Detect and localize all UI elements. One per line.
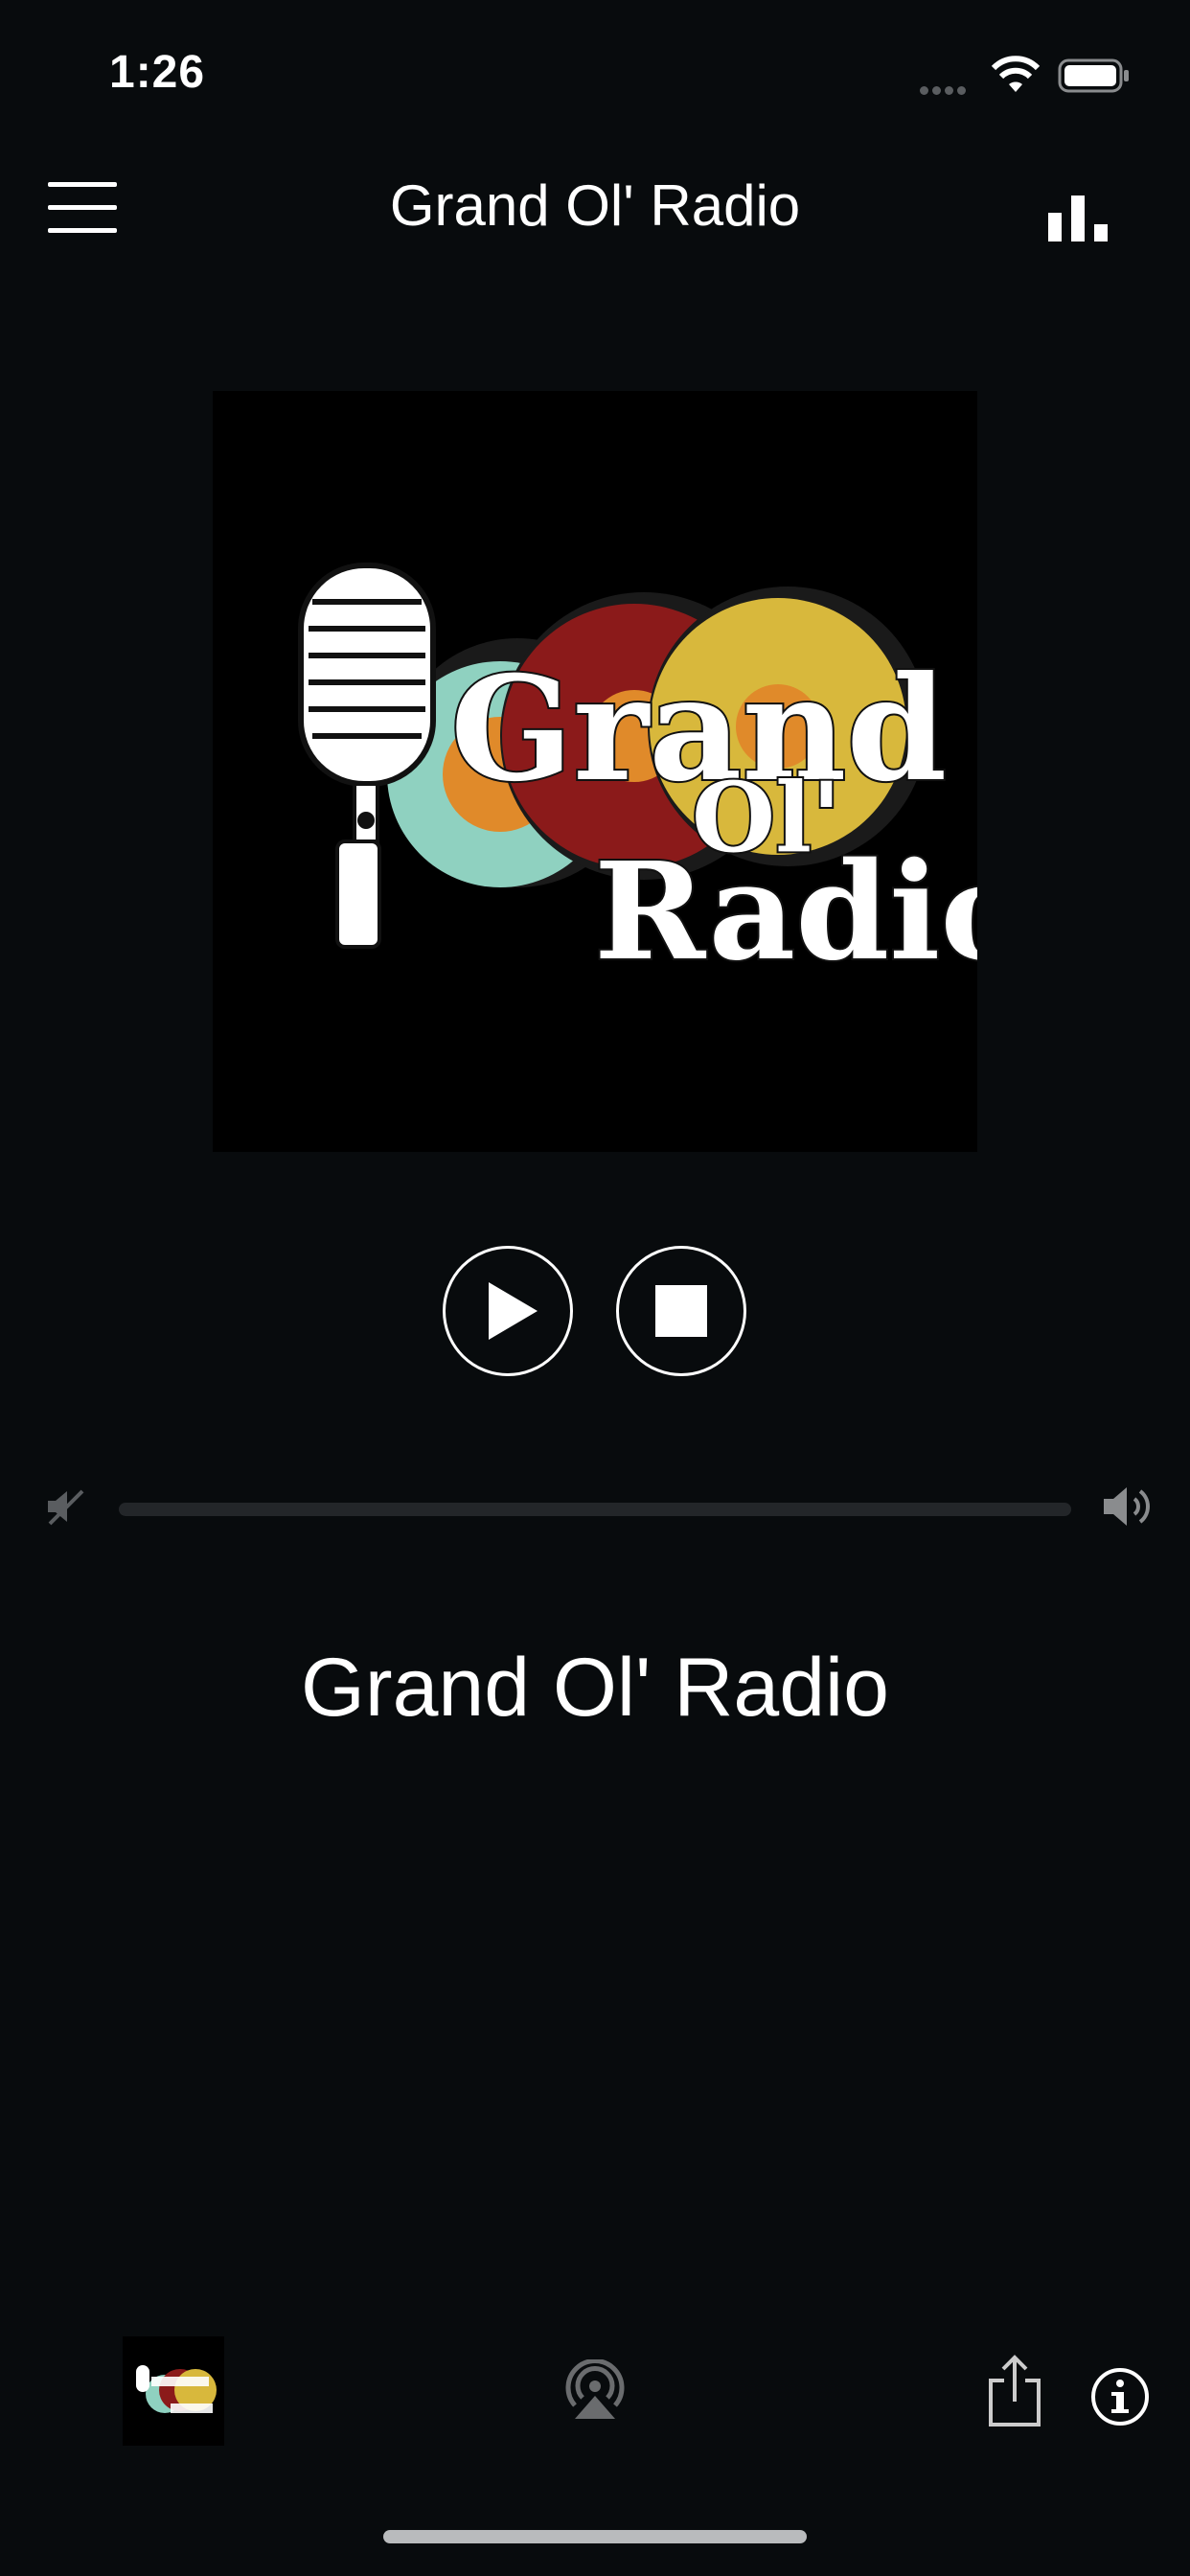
station-artwork: Grand Ol' Radio xyxy=(213,391,1032,1152)
volume-mute-icon xyxy=(48,1489,84,1526)
info-icon[interactable] xyxy=(1090,2367,1150,2426)
home-indicator xyxy=(383,2530,807,2543)
page-title: Grand Ol' Radio xyxy=(389,173,801,238)
wifi-icon xyxy=(991,56,1041,92)
stop-icon xyxy=(655,1285,707,1337)
status-time: 1:26 xyxy=(109,47,206,98)
volume-high-icon xyxy=(1104,1487,1150,1526)
play-icon xyxy=(489,1282,538,1340)
logo-text-radio: Radio xyxy=(594,834,977,991)
airplay-icon[interactable] xyxy=(561,2359,629,2421)
stop-button[interactable] xyxy=(616,1246,746,1376)
bar-chart-icon[interactable] xyxy=(1046,196,1110,242)
station-logo: Grand Ol' Radio xyxy=(298,563,1032,993)
cellular-signal-icon xyxy=(920,82,977,95)
station-thumbnail-image xyxy=(136,2365,217,2413)
station-name: Grand Ol' Radio xyxy=(301,1642,889,1734)
volume-slider[interactable] xyxy=(119,1503,1071,1516)
station-logo-thumbnail[interactable] xyxy=(123,2336,224,2446)
battery-icon xyxy=(1058,58,1129,93)
share-icon[interactable] xyxy=(987,2354,1042,2428)
play-button[interactable] xyxy=(443,1246,573,1376)
